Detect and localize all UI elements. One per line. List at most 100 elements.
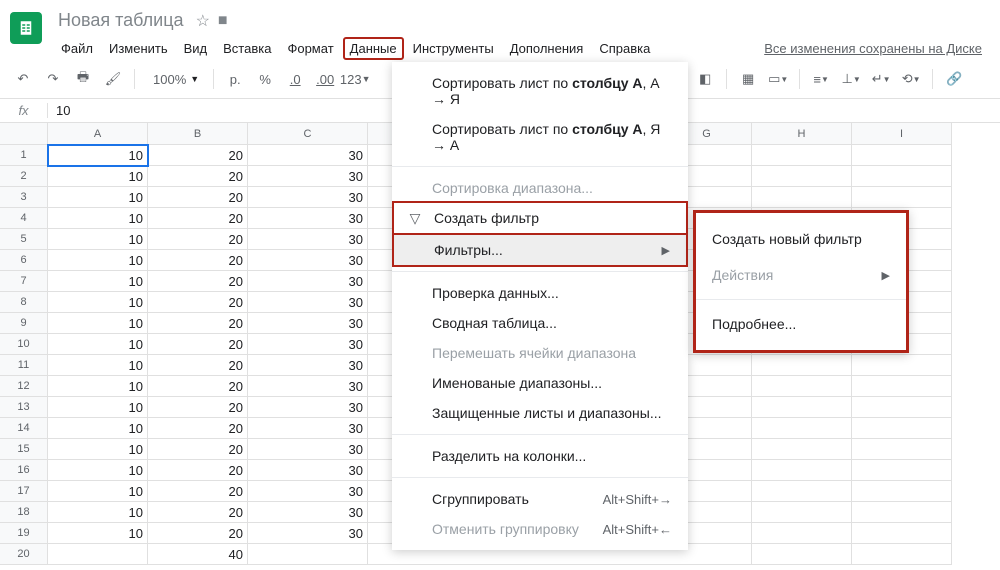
cell[interactable] <box>852 376 952 397</box>
cell[interactable]: 30 <box>248 292 368 313</box>
cell[interactable]: 30 <box>248 418 368 439</box>
row-header[interactable]: 8 <box>0 292 48 313</box>
col-header-a[interactable]: A <box>48 123 148 145</box>
cell[interactable] <box>852 187 952 208</box>
menu-view[interactable]: Вид <box>177 37 215 60</box>
merge-button[interactable]: ▭▼ <box>765 66 791 92</box>
link-button[interactable]: 🔗 <box>941 66 967 92</box>
menu-addons[interactable]: Дополнения <box>503 37 591 60</box>
valign-button[interactable]: ⊥▼ <box>838 66 864 92</box>
row-header[interactable]: 13 <box>0 397 48 418</box>
cell[interactable]: 30 <box>248 481 368 502</box>
row-header[interactable]: 3 <box>0 187 48 208</box>
cell[interactable] <box>752 439 852 460</box>
folder-icon[interactable]: ■ <box>218 12 228 30</box>
cell[interactable] <box>852 544 952 565</box>
cell[interactable]: 30 <box>248 439 368 460</box>
cell[interactable] <box>752 397 852 418</box>
cell[interactable] <box>852 439 952 460</box>
menu-tools[interactable]: Инструменты <box>406 37 501 60</box>
align-button[interactable]: ≡▼ <box>808 66 834 92</box>
cell[interactable]: 20 <box>148 313 248 334</box>
cell[interactable] <box>852 355 952 376</box>
row-header[interactable]: 7 <box>0 271 48 292</box>
cell[interactable] <box>752 166 852 187</box>
percent-button[interactable]: % <box>252 66 278 92</box>
cell[interactable]: 10 <box>48 418 148 439</box>
submenu-more[interactable]: Подробнее... <box>696 306 906 342</box>
cell[interactable]: 10 <box>48 523 148 544</box>
cell[interactable] <box>852 397 952 418</box>
cell[interactable]: 30 <box>248 166 368 187</box>
row-header[interactable]: 16 <box>0 460 48 481</box>
cell[interactable]: 10 <box>48 334 148 355</box>
menu-pivot[interactable]: Сводная таблица... <box>392 308 688 338</box>
sheets-logo[interactable] <box>10 12 42 44</box>
col-header-h[interactable]: H <box>752 123 852 145</box>
cell[interactable] <box>248 544 368 565</box>
cell[interactable]: 30 <box>248 145 368 166</box>
cell[interactable] <box>752 481 852 502</box>
cell[interactable]: 20 <box>148 250 248 271</box>
wrap-button[interactable]: ↵▼ <box>868 66 894 92</box>
cell[interactable]: 10 <box>48 229 148 250</box>
menu-group[interactable]: СгруппироватьAlt+Shift+→ <box>392 484 688 514</box>
cell[interactable]: 10 <box>48 355 148 376</box>
select-all-corner[interactable] <box>0 123 48 145</box>
cell[interactable]: 10 <box>48 397 148 418</box>
menu-format[interactable]: Формат <box>280 37 340 60</box>
fill-color-button[interactable]: ◧ <box>692 66 718 92</box>
cell[interactable] <box>852 523 952 544</box>
cell[interactable]: 30 <box>248 460 368 481</box>
undo-button[interactable]: ↶ <box>10 66 36 92</box>
menu-insert[interactable]: Вставка <box>216 37 278 60</box>
cell[interactable]: 10 <box>48 481 148 502</box>
cell[interactable]: 10 <box>48 145 148 166</box>
row-header[interactable]: 5 <box>0 229 48 250</box>
cell[interactable]: 10 <box>48 271 148 292</box>
col-header-c[interactable]: C <box>248 123 368 145</box>
number-format-button[interactable]: 123▼ <box>342 66 368 92</box>
cell[interactable]: 30 <box>248 355 368 376</box>
cell[interactable]: 10 <box>48 187 148 208</box>
row-header[interactable]: 4 <box>0 208 48 229</box>
cell[interactable]: 10 <box>48 313 148 334</box>
menu-file[interactable]: Файл <box>54 37 100 60</box>
col-header-i[interactable]: I <box>852 123 952 145</box>
cell[interactable]: 20 <box>148 376 248 397</box>
saved-status[interactable]: Все изменения сохранены на Диске <box>756 37 990 60</box>
cell[interactable]: 30 <box>248 523 368 544</box>
cell[interactable]: 30 <box>248 187 368 208</box>
row-header[interactable]: 17 <box>0 481 48 502</box>
cell[interactable]: 20 <box>148 208 248 229</box>
cell[interactable]: 20 <box>148 418 248 439</box>
print-button[interactable]: 🖶 <box>70 66 96 92</box>
row-header[interactable]: 11 <box>0 355 48 376</box>
cell[interactable] <box>752 460 852 481</box>
cell[interactable]: 10 <box>48 439 148 460</box>
cell[interactable]: 20 <box>148 145 248 166</box>
cell[interactable] <box>752 187 852 208</box>
cell[interactable]: 30 <box>248 271 368 292</box>
row-header[interactable]: 18 <box>0 502 48 523</box>
document-title[interactable]: Новая таблица <box>54 8 188 33</box>
cell[interactable] <box>752 355 852 376</box>
cell[interactable]: 10 <box>48 166 148 187</box>
cell[interactable]: 20 <box>148 460 248 481</box>
cell[interactable]: 20 <box>148 271 248 292</box>
cell[interactable] <box>752 502 852 523</box>
row-header[interactable]: 6 <box>0 250 48 271</box>
cell[interactable]: 20 <box>148 523 248 544</box>
menu-data-validation[interactable]: Проверка данных... <box>392 278 688 308</box>
cell[interactable]: 10 <box>48 208 148 229</box>
cell[interactable]: 20 <box>148 166 248 187</box>
menu-sort-asc[interactable]: Сортировать лист по столбцу A, А → Я <box>392 68 688 114</box>
row-header[interactable]: 9 <box>0 313 48 334</box>
menu-split-columns[interactable]: Разделить на колонки... <box>392 441 688 471</box>
cell[interactable]: 30 <box>248 208 368 229</box>
row-header[interactable]: 15 <box>0 439 48 460</box>
row-header[interactable]: 20 <box>0 544 48 565</box>
cell[interactable]: 20 <box>148 397 248 418</box>
cell[interactable]: 10 <box>48 292 148 313</box>
cell[interactable]: 30 <box>248 250 368 271</box>
